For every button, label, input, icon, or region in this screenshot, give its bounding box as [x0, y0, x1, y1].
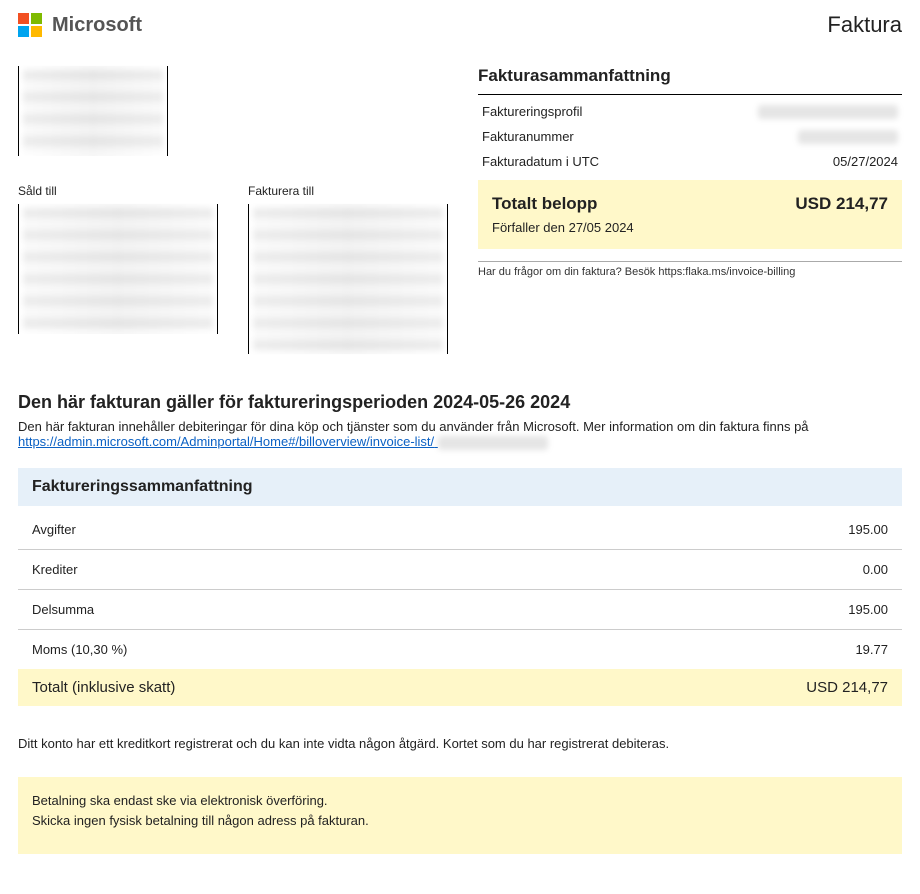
table-row: Delsumma 195.00 — [18, 589, 902, 629]
total-amount-box: Totalt belopp USD 214,77 Förfaller den 2… — [478, 180, 902, 249]
billing-period-description: Den här fakturan innehåller debiteringar… — [18, 419, 809, 434]
charges-label: Avgifter — [18, 510, 589, 550]
billing-profile-label: Faktureringsprofil — [482, 104, 582, 119]
document-title: Faktura — [827, 12, 902, 38]
invoice-date-label: Fakturadatum i UTC — [482, 154, 599, 169]
company-address-redacted — [18, 66, 168, 156]
charges-amount: 195.00 — [589, 510, 902, 550]
grand-total-bar: Totalt (inklusive skatt) USD 214,77 — [18, 669, 902, 706]
vat-amount: 19.77 — [589, 629, 902, 669]
table-row: Avgifter 195.00 — [18, 510, 902, 550]
admin-portal-link[interactable]: https://admin.microsoft.com/Adminportal/… — [18, 434, 438, 449]
billing-period-heading: Den här fakturan gäller för fakturerings… — [18, 392, 902, 413]
charges-table: Avgifter 195.00 Krediter 0.00 Delsumma 1… — [18, 510, 902, 669]
invoice-number-value-redacted — [798, 130, 898, 144]
billing-summary-bar: Faktureringssammanfattning — [18, 468, 902, 506]
total-amount-value: USD 214,77 — [795, 194, 888, 214]
vat-label: Moms (10,30 %) — [18, 629, 589, 669]
table-row: Moms (10,30 %) 19.77 — [18, 629, 902, 669]
billing-profile-value-redacted — [758, 105, 898, 119]
grand-total-label: Totalt (inklusive skatt) — [32, 679, 175, 696]
grand-total-amount: USD 214,77 — [806, 679, 888, 696]
microsoft-logo-icon — [18, 13, 42, 37]
sold-to-label: Såld till — [18, 184, 218, 198]
admin-portal-link-text: https://admin.microsoft.com/Adminportal/… — [18, 434, 434, 449]
invoice-questions-footnote: Har du frågor om din faktura? Besök http… — [478, 261, 902, 278]
due-date-text: Förfaller den 27/05 2024 — [492, 220, 888, 235]
admin-link-id-redacted — [438, 436, 548, 450]
bill-to-redacted — [248, 204, 448, 354]
table-row: Krediter 0.00 — [18, 549, 902, 589]
subtotal-label: Delsumma — [18, 589, 589, 629]
credits-amount: 0.00 — [589, 549, 902, 589]
brand-name: Microsoft — [52, 14, 142, 37]
payment-instruction-line-2: Skicka ingen fysisk betalning till någon… — [32, 811, 888, 832]
bill-to-label: Fakturera till — [248, 184, 448, 198]
credit-card-note: Ditt konto har ett kreditkort registrera… — [18, 736, 902, 751]
credits-label: Krediter — [18, 549, 589, 589]
invoice-summary-title: Fakturasammanfattning — [478, 60, 902, 95]
invoice-number-label: Fakturanummer — [482, 129, 574, 144]
sold-to-redacted — [18, 204, 218, 334]
payment-instructions-box: Betalning ska endast ske via elektronisk… — [18, 777, 902, 855]
payment-instruction-line-1: Betalning ska endast ske via elektronisk… — [32, 791, 888, 812]
subtotal-amount: 195.00 — [589, 589, 902, 629]
microsoft-brand: Microsoft — [18, 13, 142, 37]
invoice-date-value: 05/27/2024 — [833, 154, 898, 169]
total-amount-label: Totalt belopp — [492, 194, 597, 214]
